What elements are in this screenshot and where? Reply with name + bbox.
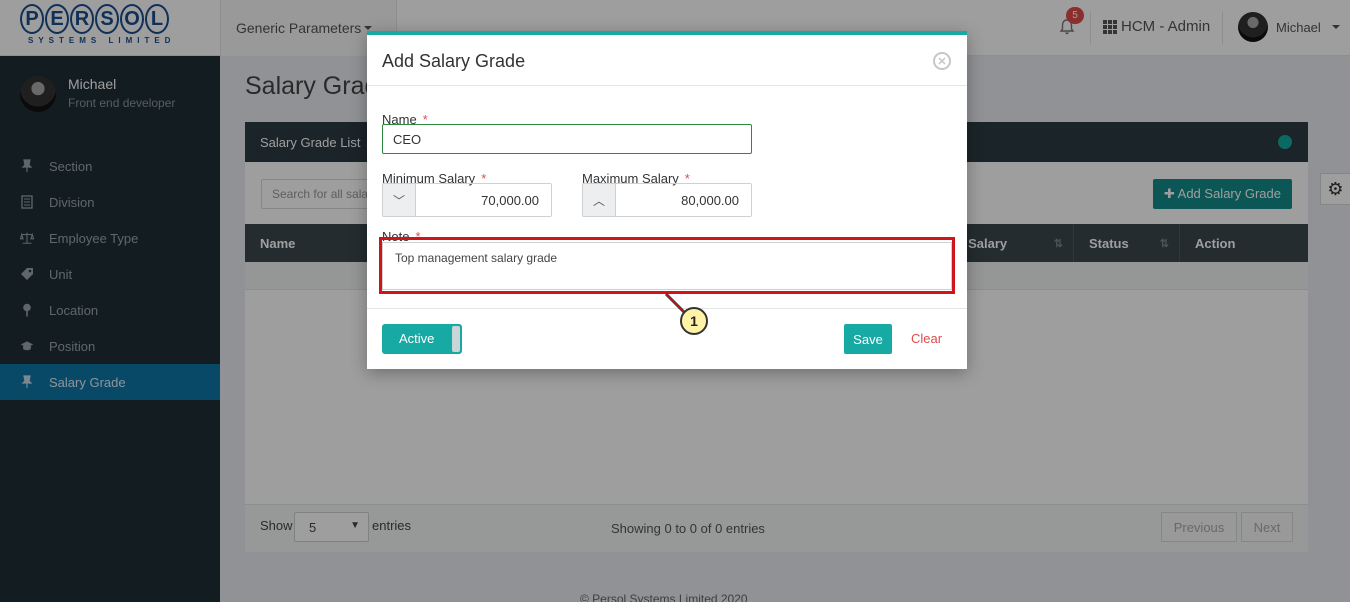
- chevron-down-icon: ﹀: [392, 193, 405, 208]
- annotation-highlight: [379, 237, 955, 294]
- name-input[interactable]: CEO: [382, 124, 752, 154]
- save-button[interactable]: Save: [844, 324, 892, 354]
- modal-divider: [367, 308, 967, 309]
- add-salary-grade-modal: Add Salary Grade ✕ Name * CEO Minimum Sal…: [367, 31, 967, 369]
- clear-button[interactable]: Clear: [911, 331, 942, 346]
- minimum-salary-value: 70,000.00: [481, 193, 539, 208]
- annotation-callout: 1: [680, 307, 708, 335]
- minimum-salary-stepper[interactable]: ﹀ 70,000.00: [382, 183, 552, 217]
- decrement-button[interactable]: ﹀: [383, 184, 416, 216]
- maximum-salary-value: 80,000.00: [681, 193, 739, 208]
- maximum-salary-stepper[interactable]: ︿ 80,000.00: [582, 183, 752, 217]
- modal-divider: [367, 85, 967, 86]
- close-icon[interactable]: ✕: [933, 52, 951, 70]
- toggle-knob: [452, 326, 460, 352]
- active-toggle[interactable]: Active: [382, 324, 462, 354]
- chevron-up-icon: ︿: [592, 193, 605, 208]
- active-toggle-label: Active: [399, 331, 435, 346]
- increment-button[interactable]: ︿: [583, 184, 616, 216]
- modal-title: Add Salary Grade: [382, 51, 526, 71]
